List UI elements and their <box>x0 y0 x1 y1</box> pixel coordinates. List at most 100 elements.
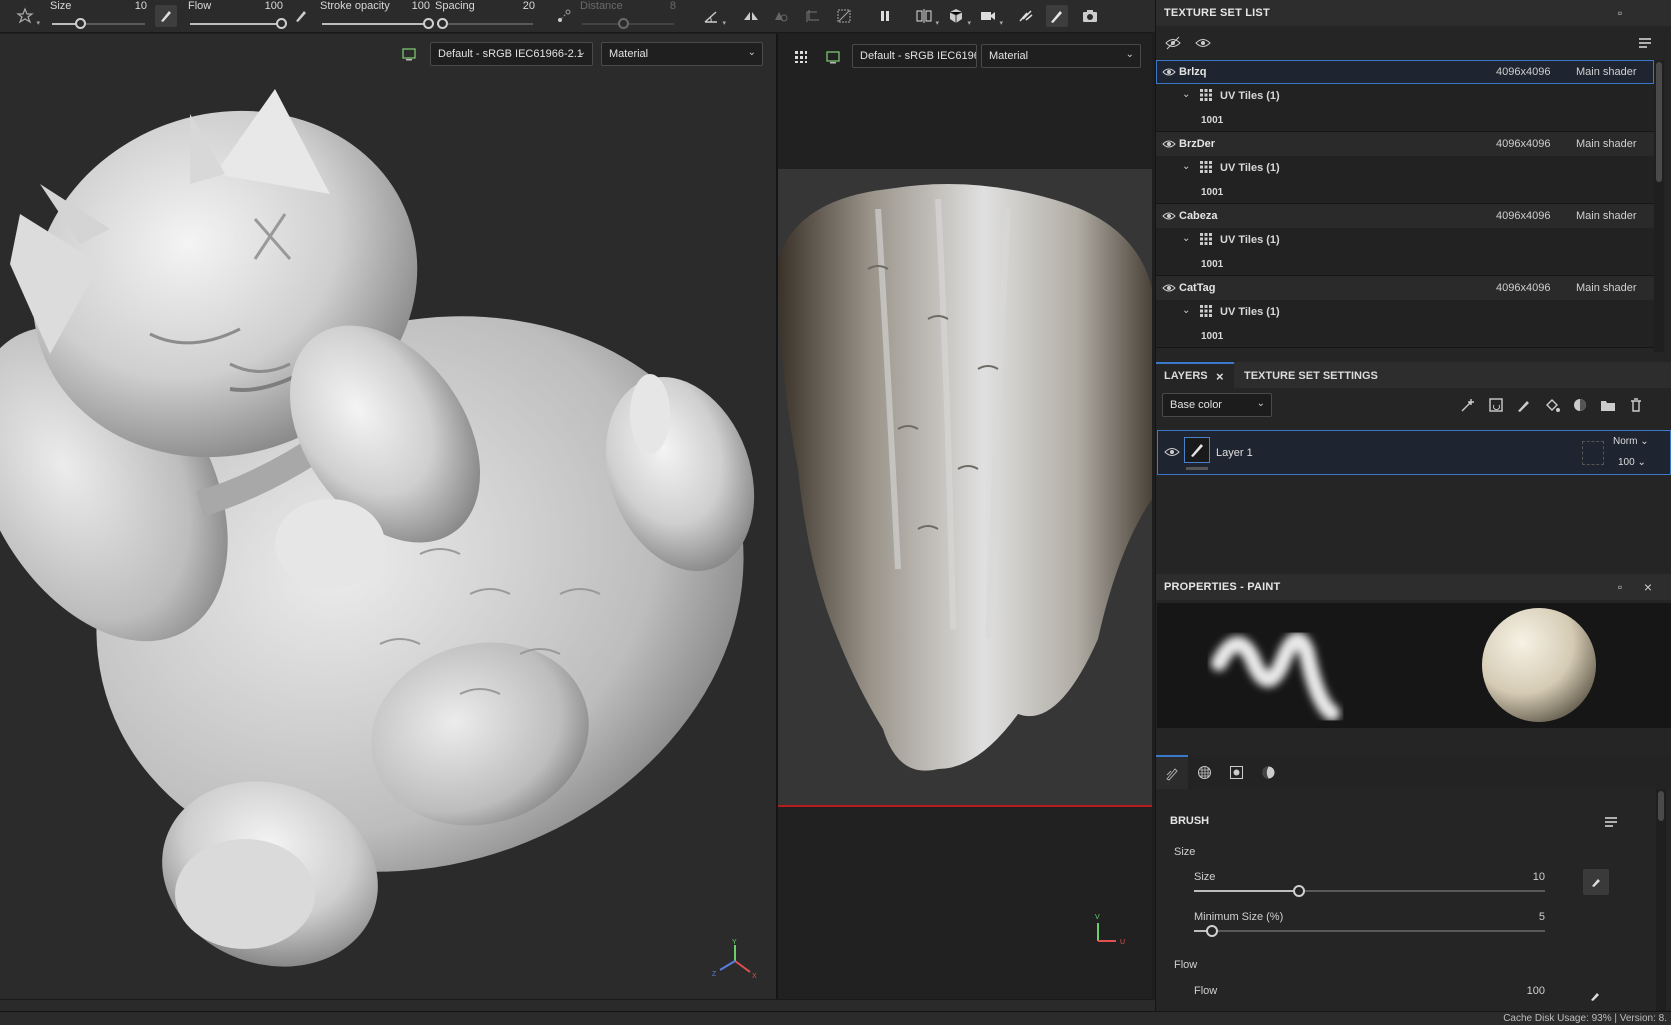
uv-tiles-row[interactable]: ⌄ UV Tiles (1) <box>1156 156 1654 180</box>
pause-icon[interactable] <box>874 5 896 27</box>
hide-all-eye-icon[interactable] <box>1164 35 1182 51</box>
transform-icon[interactable] <box>802 5 824 27</box>
uv-tile-row[interactable]: 1001 <box>1156 180 1654 204</box>
layer-mask-slot[interactable] <box>1582 441 1604 465</box>
size-slider[interactable]: Size 10 <box>50 0 147 33</box>
uv-tiles-row[interactable]: ⌄ UV Tiles (1) <box>1156 84 1654 108</box>
panel-menu-icon[interactable] <box>1637 35 1653 51</box>
viewport-bottom-bar <box>0 999 1155 1011</box>
texture-set-eye-icon[interactable] <box>1162 281 1176 295</box>
distance-slider[interactable]: Distance 8 <box>580 0 676 33</box>
tab-alpha[interactable] <box>1188 755 1220 789</box>
symmetry-radial-icon[interactable] <box>770 5 792 27</box>
split-view-icon[interactable]: ▾ <box>913 5 939 27</box>
mask-icon[interactable] <box>833 5 855 27</box>
camera-icon[interactable]: ▾ <box>977 5 1003 27</box>
add-paint-layer-icon[interactable] <box>1515 396 1533 414</box>
colorspace-dropdown-2d[interactable]: Default - sRGB IEC61966-2.1 <box>852 44 977 68</box>
add-fill-layer-icon[interactable] <box>1543 396 1561 414</box>
tab-brush[interactable] <box>1156 755 1188 789</box>
uv-tiles-grid-icon[interactable] <box>790 46 812 68</box>
layer-visibility-eye-icon[interactable] <box>1164 445 1180 459</box>
uv-tile-canvas[interactable] <box>778 169 1152 807</box>
add-folder-icon[interactable] <box>1599 396 1617 414</box>
uv-tiles-row[interactable]: ⌄ UV Tiles (1) <box>1156 228 1654 252</box>
paint-brush-tool-icon[interactable] <box>1046 5 1068 27</box>
properties-scrollbar[interactable] <box>1656 789 1666 1011</box>
maximize-properties-icon[interactable]: ▫ <box>1612 579 1628 595</box>
display-settings-2d-icon[interactable] <box>822 46 844 68</box>
maximize-icon[interactable]: ▫ <box>1612 5 1628 21</box>
channel-select[interactable]: Base color ⌄ <box>1162 393 1272 417</box>
properties-title: PROPERTIES - PAINT <box>1164 581 1281 593</box>
texture-set-row[interactable]: BrzDer 4096x4096 Main shader <box>1156 132 1654 156</box>
blend-mode-select[interactable]: Norm ⌄ <box>1613 436 1649 447</box>
physics-brush-icon[interactable] <box>1015 5 1037 27</box>
texture-set-name: CatTag <box>1179 282 1216 294</box>
tab-layers[interactable]: LAYERS × <box>1156 362 1234 388</box>
uv-tile-id: 1001 <box>1201 259 1224 270</box>
brush-flow-slider[interactable]: Flow 100 <box>1194 985 1545 1011</box>
brush-menu-icon[interactable] <box>1603 815 1619 829</box>
stroke-opacity-slider[interactable]: Stroke opacity 100 <box>320 0 434 33</box>
cube-view-icon[interactable]: ▾ <box>945 5 971 27</box>
lazy-mouse-icon[interactable] <box>553 5 575 27</box>
channel-dropdown-3d[interactable]: Material ⌄ <box>601 42 763 66</box>
delete-layer-icon[interactable] <box>1627 396 1645 414</box>
chevron-down-icon[interactable]: ⌄ <box>1182 161 1190 172</box>
tab-material[interactable] <box>1252 755 1284 789</box>
texture-set-eye-icon[interactable] <box>1162 137 1176 151</box>
texture-set-row[interactable]: Cabeza 4096x4096 Main shader <box>1156 204 1654 228</box>
layers-tabbar: LAYERS × TEXTURE SET SETTINGS <box>1156 362 1671 388</box>
add-mask-icon[interactable] <box>1487 396 1505 414</box>
texture-set-toolbar <box>1156 26 1671 60</box>
minimum-size-value: 5 <box>1538 911 1545 923</box>
spacing-slider[interactable]: Spacing 20 <box>435 0 535 33</box>
pen-pressure-flow-icon[interactable] <box>290 5 312 27</box>
brush-preset-icon[interactable]: ▾ <box>14 5 40 27</box>
brush-size-slider[interactable]: Size 10 <box>1194 871 1545 907</box>
screenshot-camera-icon[interactable] <box>1079 5 1101 27</box>
layer-opacity-field[interactable]: 100 ⌄ <box>1618 457 1646 468</box>
axis-y-3d: Y <box>732 939 737 946</box>
texture-set-row[interactable]: CatTag 4096x4096 Main shader <box>1156 276 1654 300</box>
angle-icon[interactable]: ▾ <box>700 5 726 27</box>
size-pressure-button[interactable] <box>1583 869 1609 895</box>
pen-pressure-size-icon[interactable] <box>155 5 177 27</box>
main-toolbar: ▾ Size 10 Flow 100 Stroke opacity 100 Sp… <box>0 0 1155 33</box>
uv-tile-row[interactable]: 1001 <box>1156 324 1654 348</box>
display-settings-icon[interactable] <box>398 43 420 65</box>
chevron-down-icon[interactable]: ⌄ <box>1182 233 1190 244</box>
minimum-size-slider[interactable]: Minimum Size (%) 5 <box>1194 911 1545 947</box>
uv-tile-row[interactable]: 1001 <box>1156 252 1654 276</box>
layer-thumbnail[interactable] <box>1184 437 1210 463</box>
texture-set-eye-icon[interactable] <box>1162 65 1176 79</box>
chevron-down-icon[interactable]: ⌄ <box>1182 89 1190 100</box>
tab-texture-set-settings[interactable]: TEXTURE SET SETTINGS <box>1236 362 1386 388</box>
spacing-value: 20 <box>522 0 535 12</box>
tab-stencil[interactable] <box>1220 755 1252 789</box>
flow-pressure-icon[interactable] <box>1588 989 1602 1003</box>
viewport-3d[interactable]: Default - sRGB IEC61966-2.1 ⌄ Material ⌄ Y… <box>0 34 776 999</box>
colorspace-dropdown-3d[interactable]: Default - sRGB IEC61966-2.1 ⌄ <box>430 42 593 66</box>
layer-name[interactable]: Layer 1 <box>1216 447 1253 459</box>
texture-set-scrollbar[interactable] <box>1654 60 1664 352</box>
uv-tile-row[interactable]: 1001 <box>1156 108 1654 132</box>
flow-slider[interactable]: Flow 100 <box>188 0 287 33</box>
show-eye-icon[interactable] <box>1194 35 1212 51</box>
properties-header: PROPERTIES - PAINT ▫ × <box>1156 574 1671 600</box>
uv-tiles-row[interactable]: ⌄ UV Tiles (1) <box>1156 300 1654 324</box>
viewport-2d[interactable]: Default - sRGB IEC61966-2.1 Material⌄ V <box>778 34 1152 999</box>
texture-set-row[interactable]: Brlzq 4096x4096 Main shader <box>1156 60 1654 84</box>
uv-tiles-label: UV Tiles (1) <box>1220 234 1280 246</box>
channel-dropdown-2d[interactable]: Material ⌄ <box>981 44 1141 68</box>
texture-set-shader: Main shader <box>1576 66 1637 78</box>
close-properties-icon[interactable]: × <box>1640 579 1656 595</box>
texture-set-eye-icon[interactable] <box>1162 209 1176 223</box>
add-effect-icon[interactable] <box>1459 396 1477 414</box>
chevron-down-icon[interactable]: ⌄ <box>1182 305 1190 316</box>
add-smart-material-icon[interactable] <box>1571 396 1589 414</box>
symmetry-icon[interactable] <box>740 5 762 27</box>
close-icon[interactable]: × <box>1216 369 1224 384</box>
layer-row[interactable]: Layer 1 Norm ⌄ 100 ⌄ <box>1157 430 1671 475</box>
